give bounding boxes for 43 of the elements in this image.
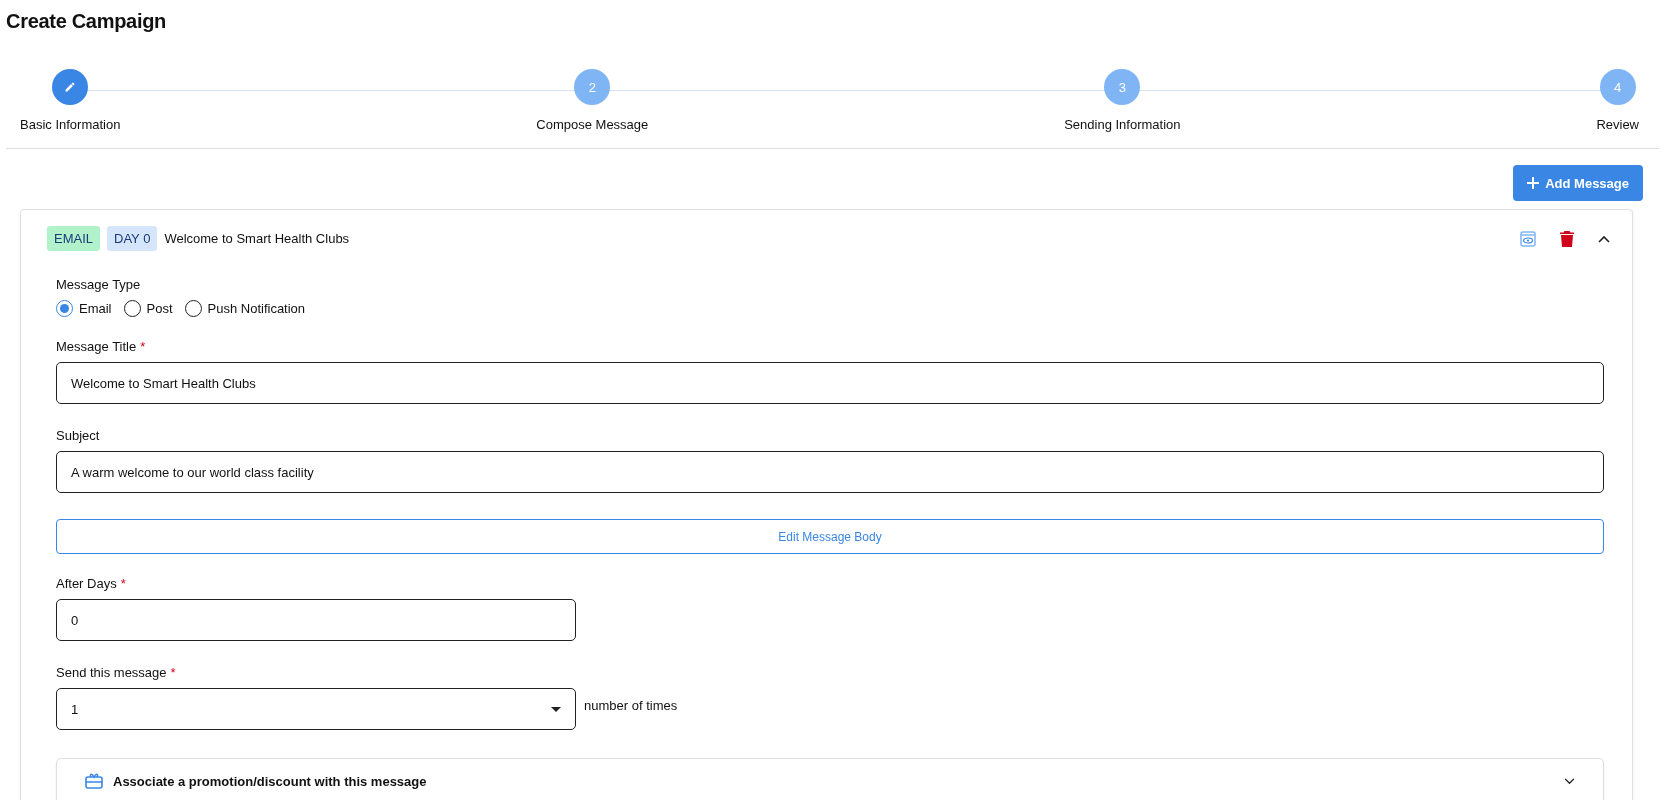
plus-icon — [1527, 177, 1540, 189]
message-title: Welcome to Smart Health Clubs — [164, 231, 351, 246]
trash-icon — [1560, 230, 1574, 247]
radio-label: Post — [146, 301, 173, 316]
delete-button[interactable] — [1558, 228, 1576, 249]
step-label: Sending Information — [1064, 117, 1181, 132]
input-field[interactable]: 0 — [56, 599, 576, 641]
field-label: Message Type — [56, 277, 142, 292]
edit-body-button[interactable]: Edit Message Body — [56, 519, 1604, 554]
message-tag: EMAIL — [47, 226, 100, 251]
step-label: Basic Information — [20, 117, 121, 132]
pencil-icon — [64, 81, 77, 93]
step-label: Compose Message — [536, 117, 649, 132]
required-mark: * — [120, 576, 126, 593]
field-label: Send this message — [56, 665, 167, 680]
input-field[interactable]: Welcome to Smart Health Clubs — [56, 362, 1604, 404]
promotion-label: Associate a promotion/discount with this message — [113, 773, 428, 789]
field-label: Message Title — [56, 339, 137, 354]
radio-option[interactable]: Push Notification — [184, 300, 306, 317]
radio-label: Push Notification — [207, 301, 306, 316]
chevron-icon — [1564, 777, 1575, 785]
page-title: Create Campaign — [6, 10, 167, 33]
input-field[interactable]: A warm welcome to our world class facility — [56, 451, 1604, 493]
add-message-button[interactable]: Add Message — [1513, 165, 1643, 201]
step-circle[interactable] — [52, 69, 89, 105]
field-label: Subject — [56, 428, 100, 443]
preview-button[interactable] — [1518, 228, 1538, 249]
gift-card-icon — [85, 773, 103, 789]
step-label: Review — [1596, 117, 1639, 132]
suffix-text: number of times — [584, 698, 678, 713]
select-field[interactable]: 1 — [56, 688, 576, 730]
required-mark: * — [170, 665, 176, 682]
chevron-icon — [1598, 234, 1610, 243]
eye-icon — [1520, 230, 1536, 247]
dropdown-icon — [551, 706, 561, 712]
promotion-panel[interactable]: Associate a promotion/discount with this message — [56, 758, 1604, 800]
radio-option[interactable]: Email — [56, 300, 112, 317]
select-value: 1 — [71, 701, 79, 717]
radio-label: Email — [79, 301, 112, 316]
radio-option[interactable]: Post — [123, 300, 173, 317]
field-label: After Days — [56, 576, 117, 591]
message-tag: DAY 0 — [107, 226, 158, 251]
required-mark: * — [140, 339, 146, 356]
